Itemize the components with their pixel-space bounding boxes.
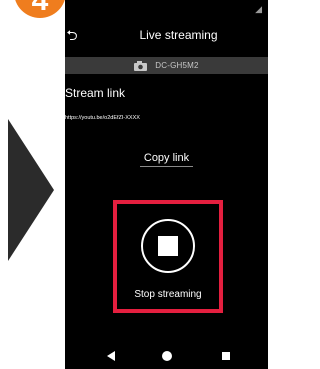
stop-icon	[158, 236, 178, 256]
device-name: DC-GH5M2	[155, 61, 199, 70]
arrow-right-icon	[8, 119, 54, 261]
copy-link-container: Copy link	[65, 148, 268, 167]
nav-back-icon[interactable]	[107, 351, 115, 361]
step-number: 4	[31, 0, 49, 17]
phone-screen: ◢ ⮌ Live streaming DC-GH5M2 Stream link …	[65, 0, 268, 369]
stop-streaming-button[interactable]	[141, 219, 195, 273]
nav-home-icon[interactable]	[162, 351, 172, 361]
signal-icon: ◢	[255, 4, 262, 14]
copy-link-button[interactable]: Copy link	[139, 152, 194, 167]
device-bar: DC-GH5M2	[65, 57, 268, 74]
app-bar: ⮌ Live streaming	[65, 22, 268, 48]
navigation-bar	[65, 342, 268, 369]
page-title: Live streaming	[139, 28, 218, 42]
stream-link-label: Stream link	[65, 86, 126, 100]
stream-link-url: https://youtu.be/o2dEfZI-XXXX	[65, 115, 140, 121]
back-arrow-icon[interactable]: ⮌	[65, 22, 79, 48]
camera-icon	[134, 60, 148, 71]
stop-streaming-label: Stop streaming	[134, 289, 202, 300]
stop-streaming-highlight: Stop streaming	[113, 200, 223, 313]
step-badge: 4	[14, 0, 66, 18]
nav-recents-icon[interactable]	[222, 352, 230, 360]
